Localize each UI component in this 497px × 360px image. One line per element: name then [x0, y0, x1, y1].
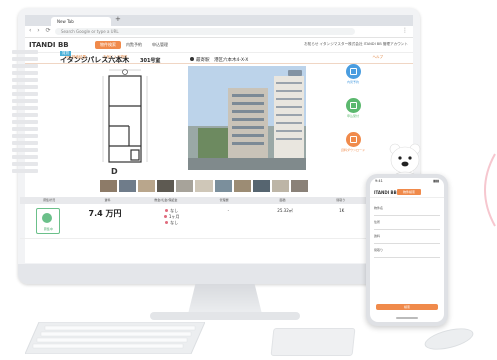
document-icon[interactable] — [345, 98, 361, 113]
phone-status-bar: 9:41 ▮▮▮ — [370, 178, 444, 187]
form-field[interactable] — [374, 252, 440, 258]
phone-tab[interactable]: 物件検索 — [397, 189, 421, 195]
calendar-icon[interactable] — [345, 64, 361, 79]
action-viewing[interactable]: 内見予約 — [338, 64, 368, 84]
browser-tab-bar: New Tab + — [25, 15, 413, 33]
thumbnail[interactable] — [100, 180, 118, 192]
nav-arrows-icon[interactable]: ‹ › ⟳ — [29, 27, 53, 34]
station-text: 最寄駅 港区六本木4-X-X — [196, 58, 249, 63]
phone-logo: ITANDI BB — [374, 190, 397, 195]
phone-screen: 9:41 ▮▮▮ ITANDI BB 物件検索 物件名 住所 賃料 間取り 検索 — [370, 178, 444, 322]
cell-status: 募集中 — [20, 204, 77, 238]
col-mgmt: 管理費 — [219, 198, 229, 202]
col-rent: 賃料 — [104, 198, 111, 202]
action-buttons: 内見予約 申込受付 資料ダウンロード — [338, 64, 368, 166]
key-money: 1ヶ月 — [168, 214, 180, 219]
download-icon[interactable] — [345, 132, 361, 147]
cell-fees: なし 1ヶ月 なし — [133, 204, 200, 238]
thumbnail[interactable] — [214, 180, 232, 192]
col-layout: 間取り — [336, 198, 346, 202]
thumbnail[interactable] — [252, 180, 270, 192]
nav-applications[interactable]: 申込管理 — [147, 41, 173, 49]
action-apply[interactable]: 申込受付 — [338, 98, 368, 118]
nav-property-search[interactable]: 物件検索 — [95, 41, 121, 49]
thumbnail[interactable] — [176, 180, 194, 192]
room-number: 301号室 — [140, 58, 161, 64]
phone-app-header: ITANDI BB 物件検索 — [370, 187, 444, 198]
url-input[interactable]: Search Google or type a URL — [55, 28, 355, 35]
col-fees: 敷金/礼金/保証金 — [154, 198, 178, 202]
signal-icon: ▮▮▮ — [433, 179, 439, 183]
cell-rent: 7.4 万円 — [77, 204, 134, 238]
cell-area: 25.32㎡ — [277, 208, 293, 213]
location-pin-icon — [190, 57, 194, 61]
app-logo[interactable]: ITANDI BB — [29, 41, 69, 49]
form-field[interactable] — [374, 210, 440, 216]
monitor-base — [150, 312, 300, 320]
form-field[interactable] — [374, 224, 440, 230]
decorative-arc — [484, 153, 496, 227]
monitor-chin — [18, 264, 420, 284]
thumbnail[interactable] — [233, 180, 251, 192]
station-info: 最寄駅 港区六本木4-X-X — [190, 57, 248, 63]
table-header: 募集状況 賃料 敷金/礼金/保証金 管理費 面積 間取り — [20, 197, 370, 204]
deposit: なし — [170, 208, 179, 213]
property-name: イタンジパレス六本木 — [60, 56, 130, 64]
smartphone: 9:41 ▮▮▮ ITANDI BB 物件検索 物件名 住所 賃料 間取り 検索 — [366, 174, 448, 326]
action-label: 申込受付 — [346, 114, 359, 118]
monitor-stand — [188, 284, 262, 314]
browser-tab[interactable]: New Tab — [51, 17, 111, 26]
guarantee: なし — [170, 220, 179, 225]
cell-mgmt: - — [227, 208, 230, 213]
side-filter-list — [12, 50, 38, 176]
thumbnail[interactable] — [119, 180, 137, 192]
phone-time: 9:41 — [375, 179, 383, 183]
col-status: 募集状況 — [43, 198, 56, 202]
svg-text:D: D — [111, 167, 118, 176]
thumbnail[interactable] — [138, 180, 156, 192]
cell-layout: 1K — [339, 208, 345, 213]
thumbnail[interactable] — [157, 180, 175, 192]
thumbnail[interactable] — [290, 180, 309, 192]
trackpad — [270, 328, 356, 356]
status-label: 募集中 — [43, 227, 53, 231]
keyboard — [25, 322, 205, 354]
rent-price: 7.4 万円 — [88, 209, 122, 218]
property-info-table: 募集状況 賃料 敷金/礼金/保証金 管理費 面積 間取り 募集中 7.4 万円 … — [20, 197, 370, 239]
browser-menu-icon[interactable]: ⋮ — [402, 27, 408, 34]
app-header: ITANDI BB 物件検索 内覧予約 申込管理 お知らせ イタンジマスター株式… — [25, 38, 413, 53]
new-tab-icon[interactable]: + — [115, 15, 121, 23]
property-photo[interactable] — [188, 66, 306, 170]
col-area: 面積 — [279, 198, 286, 202]
nav-viewing[interactable]: 内覧予約 — [121, 41, 147, 49]
action-label: 資料ダウンロード — [340, 148, 365, 152]
address-bar: ‹ › ⟳ Search Google or type a URL ⋮ — [25, 26, 413, 38]
thumbnail[interactable] — [195, 180, 213, 192]
phone-search-form: 物件名 住所 賃料 間取り — [370, 198, 444, 262]
mouse — [422, 324, 476, 354]
thumbnail[interactable] — [271, 180, 289, 192]
status-badge: 募集中 — [36, 208, 61, 234]
account-menu[interactable]: お知らせ イタンジマスター株式会社 ITANDI BB 管理アカウント — [304, 42, 408, 47]
form-field[interactable] — [374, 238, 440, 244]
home-indicator — [396, 317, 418, 319]
action-label: 内見予約 — [346, 80, 359, 84]
floor-plan-image[interactable]: D — [95, 66, 155, 178]
photo-thumbnails — [100, 180, 309, 192]
table-row: 募集中 7.4 万円 なし 1ヶ月 なし - 25.32㎡ 1K — [20, 204, 370, 239]
help-link[interactable]: ヘルプ — [373, 55, 384, 60]
phone-search-button[interactable]: 検索 — [376, 304, 438, 310]
action-download[interactable]: 資料ダウンロード — [338, 132, 368, 152]
